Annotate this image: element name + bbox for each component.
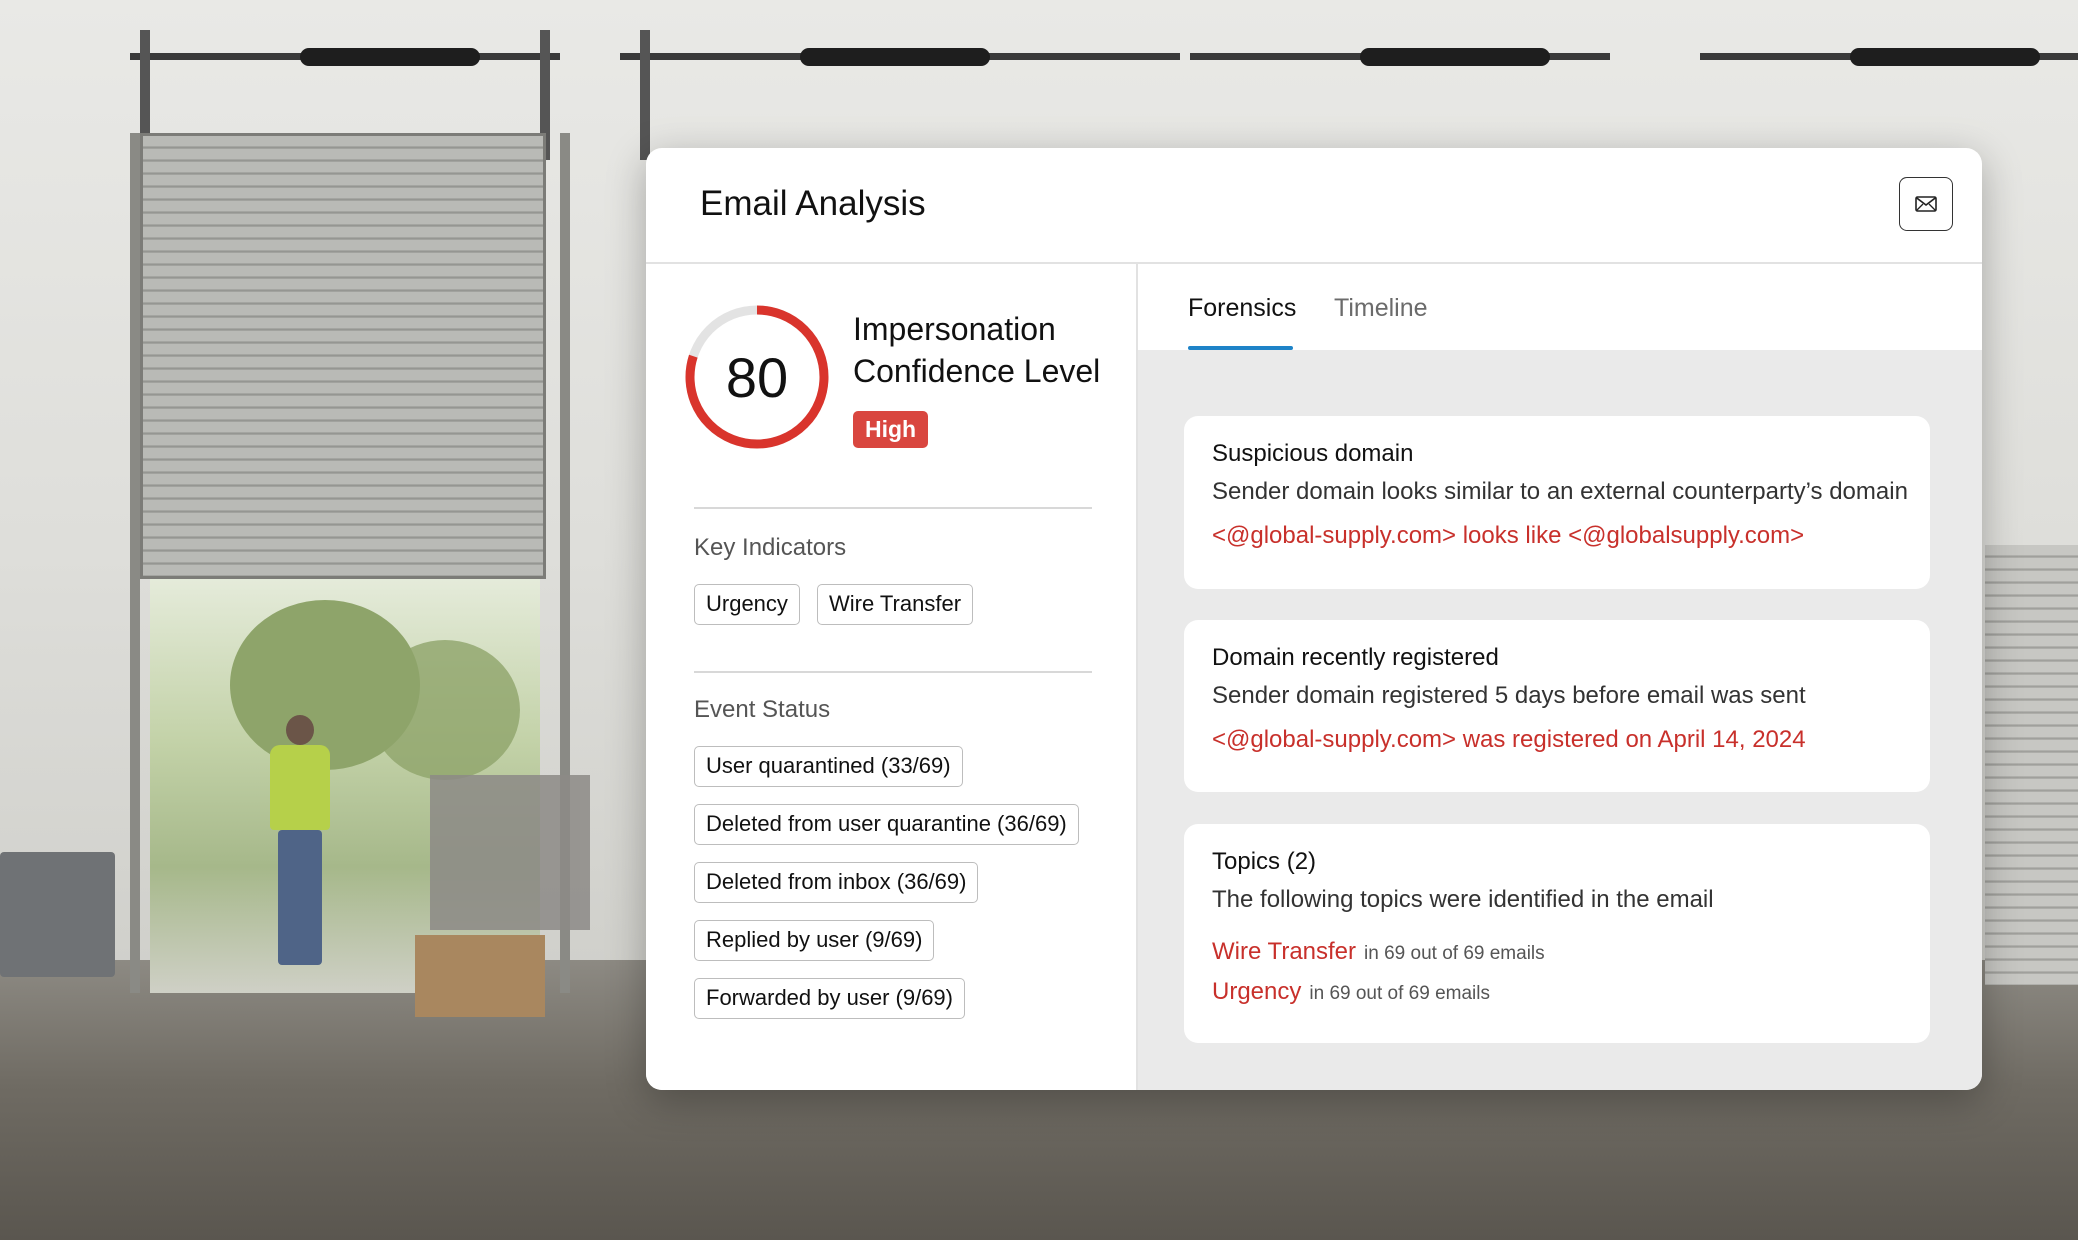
background-worker: [270, 715, 330, 970]
tab-bar: Forensics Timeline: [1138, 264, 1982, 350]
event-status-item[interactable]: Replied by user (9/69): [694, 920, 935, 961]
divider: [694, 671, 1092, 673]
summary-panel: 80 Impersonation Confidence Level High K…: [646, 264, 1136, 1090]
finding-title: Domain recently registered: [1212, 644, 1499, 671]
divider: [694, 507, 1092, 509]
finding-detail: <@global-supply.com> was registered on A…: [1212, 726, 1806, 753]
finding-card-domain-registered: Domain recently registered Sender domain…: [1184, 620, 1930, 792]
finding-card-suspicious-domain: Suspicious domain Sender domain looks si…: [1184, 416, 1930, 589]
finding-card-topics: Topics (2) The following topics were ide…: [1184, 824, 1930, 1043]
background-shutter-right: [1985, 545, 2078, 985]
mail-button[interactable]: [1899, 177, 1953, 231]
background-bin: [0, 852, 115, 977]
background-shutter: [140, 133, 546, 579]
finding-description: Sender domain registered 5 days before e…: [1212, 682, 1806, 709]
tab-timeline[interactable]: Timeline: [1334, 294, 1428, 323]
confidence-score: 80: [725, 345, 789, 409]
topic-row: Wire Transfer in 69 out of 69 emails: [1212, 938, 1545, 966]
topic-count: in 69 out of 69 emails: [1309, 983, 1490, 1004]
topics-description: The following topics were identified in …: [1212, 886, 1714, 913]
event-status-item[interactable]: User quarantined (33/69): [694, 746, 963, 787]
background-cart: [430, 775, 590, 930]
event-status-item[interactable]: Deleted from inbox (36/69): [694, 862, 979, 903]
card-title: Email Analysis: [700, 184, 926, 223]
indicator-chip-urgency[interactable]: Urgency: [694, 584, 800, 625]
finding-detail: <@global-supply.com> looks like <@global…: [1212, 522, 1805, 549]
topic-count: in 69 out of 69 emails: [1364, 943, 1545, 964]
confidence-level-badge: High: [853, 411, 929, 448]
email-analysis-card: Email Analysis 80 Impersonation Confiden…: [646, 148, 1982, 1090]
background-box: [415, 935, 545, 1017]
event-status-item[interactable]: Deleted from user quarantine (36/69): [694, 804, 1079, 845]
envelope-icon: [1915, 196, 1937, 212]
topics-title: Topics (2): [1212, 848, 1317, 875]
background-spring: [300, 48, 480, 66]
tab-forensics[interactable]: Forensics: [1188, 294, 1296, 323]
card-header: Email Analysis: [646, 148, 1982, 264]
indicator-chip-wire-transfer[interactable]: Wire Transfer: [817, 584, 974, 625]
background-spring: [800, 48, 990, 66]
topic-name[interactable]: Wire Transfer: [1212, 938, 1356, 965]
finding-title: Suspicious domain: [1212, 440, 1414, 467]
topic-name[interactable]: Urgency: [1212, 978, 1301, 1005]
key-indicators-label: Key Indicators: [694, 534, 847, 561]
event-status-label: Event Status: [694, 696, 831, 723]
confidence-title: Impersonation Confidence Level: [853, 311, 1101, 389]
background-spring: [1850, 48, 2040, 66]
active-tab-indicator: [1188, 346, 1293, 350]
background-post: [640, 30, 650, 160]
background-spring: [1360, 48, 1550, 66]
topic-row: Urgency in 69 out of 69 emails: [1212, 978, 1490, 1006]
finding-description: Sender domain looks similar to an extern…: [1212, 478, 1908, 505]
event-status-item[interactable]: Forwarded by user (9/69): [694, 978, 965, 1019]
background-tree: [370, 640, 520, 780]
